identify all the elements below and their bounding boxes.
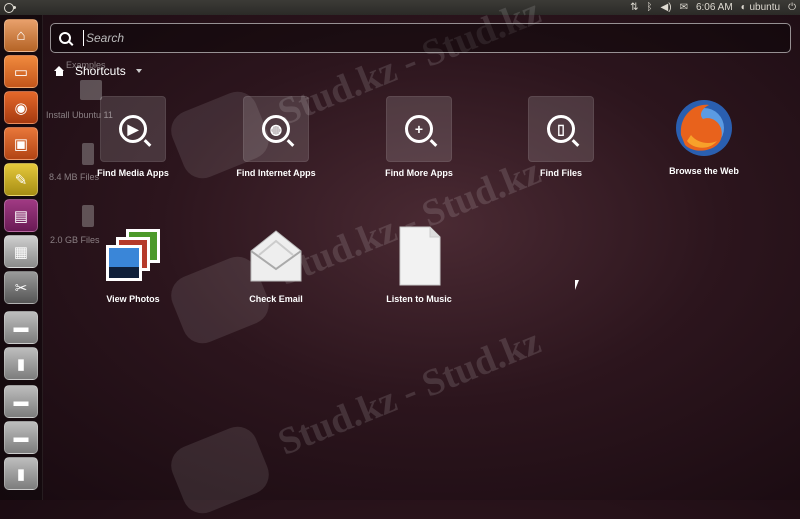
power-icon[interactable]: ⏻ — [788, 2, 796, 13]
music-file-icon — [387, 224, 451, 288]
launcher-item-usb-drive[interactable]: ▮ — [4, 347, 38, 380]
user-name: ubuntu — [749, 2, 781, 13]
network-icon[interactable]: ⇅ — [630, 2, 638, 13]
plus-icon: + — [405, 115, 433, 143]
launcher-item-ubuntu-one[interactable]: ⌂ — [4, 19, 38, 52]
tile-icon-box: + — [386, 96, 452, 162]
launcher-item-software-center[interactable]: ▣ — [4, 127, 38, 160]
tile-find-files[interactable]: ▯ Find Files — [506, 96, 616, 178]
bluetooth-icon[interactable]: ᛒ — [647, 2, 653, 13]
user-icon: ◐ — [740, 2, 747, 13]
tile-browse-the-web[interactable]: Browse the Web — [649, 96, 759, 176]
volume-icon[interactable]: ◀) — [661, 2, 672, 13]
tile-label: Listen to Music — [386, 294, 452, 304]
launcher-item-settings[interactable]: ✂ — [4, 271, 38, 304]
watermark-text: Stud.kz - Stud.kz — [272, 320, 547, 464]
settings-icon: ✂ — [14, 279, 28, 297]
drive-icon: ▬ — [13, 319, 29, 336]
mail-icon[interactable]: ✉ — [680, 2, 688, 13]
firefox-icon: ◉ — [14, 99, 28, 117]
launcher-item-files[interactable]: ▦ — [4, 235, 38, 268]
ubuntu-logo-icon[interactable] — [4, 2, 16, 13]
shortcuts-label: Shortcuts — [75, 64, 126, 78]
software-center-icon: ▣ — [13, 135, 29, 153]
drive-3-icon: ▬ — [13, 429, 29, 446]
search-icon — [59, 32, 71, 44]
shortcuts-header[interactable]: Shortcuts — [54, 64, 142, 78]
tile-check-email[interactable]: Check Email — [221, 224, 331, 304]
tile-label: Browse the Web — [669, 166, 739, 176]
tile-label: View Photos — [106, 294, 160, 304]
tile-icon-box: ▶ — [100, 96, 166, 162]
home-folder-icon: ▭ — [13, 63, 29, 81]
launcher-item-home[interactable]: ▭ — [4, 55, 38, 88]
clock[interactable]: 6:06 AM — [696, 2, 733, 13]
launcher-item-firefox[interactable]: ◉ — [4, 91, 38, 124]
launcher: ⌂ ▭ ◉ ▣ ✎ ▤ ▦ ✂ ▬ ▮ ▬ ▬ ▮ — [0, 15, 43, 500]
tile-icon-box: ◍ — [243, 96, 309, 162]
tile-label: Check Email — [249, 294, 303, 304]
tile-label: Find Files — [539, 168, 582, 178]
mouse-cursor-icon — [575, 280, 583, 290]
launcher-item-usb-drive-2[interactable]: ▮ — [4, 457, 38, 490]
launcher-item-drive[interactable]: ▬ — [4, 311, 38, 344]
ubuntu-one-icon: ⌂ — [16, 27, 26, 44]
top-panel: ⇅ ᛒ ◀) ✉ 6:06 AM ◐ ubuntu ⏻ — [0, 0, 800, 15]
impress-icon: ▤ — [13, 207, 29, 225]
launcher-item-text-editor[interactable]: ✎ — [4, 163, 38, 196]
globe-icon: ◍ — [262, 115, 290, 143]
chevron-down-icon — [135, 69, 142, 73]
launcher-item-drive-2[interactable]: ▬ — [4, 385, 38, 418]
firefox-icon — [672, 96, 736, 160]
launcher-item-impress[interactable]: ▤ — [4, 199, 38, 232]
home-icon — [54, 66, 65, 76]
tile-find-media-apps[interactable]: ▶ Find Media Apps — [78, 96, 188, 178]
tile-label: Find Media Apps — [97, 168, 169, 178]
text-editor-icon: ✎ — [14, 171, 28, 189]
photos-icon — [101, 224, 165, 288]
launcher-item-drive-3[interactable]: ▬ — [4, 421, 38, 454]
play-icon: ▶ — [119, 115, 147, 143]
watermark-logo — [165, 420, 275, 519]
tile-find-more-apps[interactable]: + Find More Apps — [364, 96, 474, 178]
files-icon: ▦ — [13, 243, 29, 261]
tile-label: Find Internet Apps — [236, 168, 316, 178]
search-input[interactable] — [83, 30, 748, 46]
usb-drive-icon: ▮ — [16, 355, 26, 373]
dash-search-box[interactable] — [50, 23, 791, 53]
tile-icon-box: ▯ — [528, 96, 594, 162]
email-icon — [244, 224, 308, 288]
usb-drive-2-icon: ▮ — [16, 465, 26, 483]
tile-find-internet-apps[interactable]: ◍ Find Internet Apps — [221, 96, 331, 178]
document-icon: ▯ — [547, 115, 575, 143]
tile-view-photos[interactable]: View Photos — [78, 224, 188, 304]
tile-listen-to-music[interactable]: Listen to Music — [364, 224, 474, 304]
tile-label: Find More Apps — [385, 168, 453, 178]
drive-2-icon: ▬ — [13, 393, 29, 410]
user-menu[interactable]: ◐ ubuntu — [741, 2, 780, 13]
